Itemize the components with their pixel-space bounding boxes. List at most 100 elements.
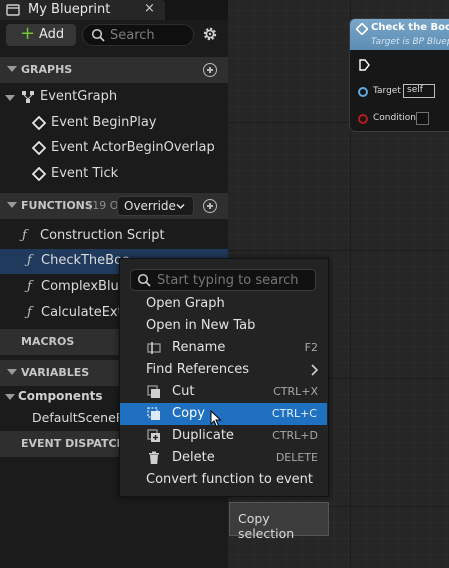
function-icon: ƒ bbox=[27, 279, 32, 294]
menu-item-convert-function-to-event[interactable]: Convert function to event bbox=[120, 469, 328, 491]
macros-section-title: MACROS bbox=[21, 335, 75, 348]
search-input[interactable]: Search bbox=[82, 24, 194, 46]
menu-item-shortcut: CTRL+D bbox=[272, 429, 318, 442]
menu-item-find-references[interactable]: Find References bbox=[120, 359, 328, 381]
add-function-icon[interactable] bbox=[203, 199, 217, 213]
variables-section-title: VARIABLES bbox=[21, 366, 90, 379]
functions-section-title: FUNCTIONS bbox=[21, 199, 93, 212]
menu-item-label: Cut bbox=[172, 384, 195, 399]
copy-tooltip: Copy selection bbox=[229, 502, 329, 541]
override-dropdown[interactable]: Override bbox=[117, 196, 194, 216]
cut-icon bbox=[147, 385, 160, 398]
copy-icon bbox=[147, 407, 160, 420]
tab-my-blueprint[interactable]: My Blueprint × bbox=[0, 0, 165, 20]
graph-item-event-actorbeginoverlap[interactable]: Event ActorBeginOverlap bbox=[0, 136, 228, 161]
function-item-label: CheckTheBoo bbox=[41, 253, 130, 268]
rename-icon bbox=[147, 342, 161, 354]
function-item-label: ComplexBlue bbox=[41, 279, 127, 294]
tab-bar: My Blueprint × bbox=[0, 0, 228, 20]
menu-item-label: Open Graph bbox=[146, 296, 225, 311]
trash-icon bbox=[149, 451, 159, 464]
add-button-label: Add bbox=[39, 27, 65, 42]
function-icon: ƒ bbox=[27, 305, 32, 320]
menu-item-label: Rename bbox=[172, 340, 226, 355]
event-dispatchers-section-title: EVENT DISPATCHE bbox=[21, 437, 134, 450]
collapse-arrow-icon[interactable] bbox=[5, 394, 15, 400]
collapse-arrow-icon[interactable] bbox=[7, 202, 17, 208]
menu-item-label: Open in New Tab bbox=[146, 318, 256, 333]
duplicate-icon bbox=[147, 429, 160, 442]
menu-item-copy[interactable]: Copy CTRL+C bbox=[120, 403, 327, 428]
menu-item-duplicate[interactable]: Duplicate CTRL+D bbox=[120, 425, 328, 447]
menu-item-label: Duplicate bbox=[172, 428, 234, 443]
menu-item-open-in-new-tab[interactable]: Open in New Tab bbox=[120, 315, 328, 337]
condition-checkbox[interactable] bbox=[416, 112, 429, 125]
graph-item-label: Event Tick bbox=[51, 166, 119, 181]
override-label: Override bbox=[124, 199, 176, 213]
condition-pin-icon[interactable] bbox=[358, 114, 368, 124]
menu-item-shortcut: CTRL+X bbox=[273, 385, 318, 398]
menu-item-cut[interactable]: Cut CTRL+X bbox=[120, 381, 328, 403]
graph-item-label: Event BeginPlay bbox=[51, 115, 157, 130]
components-category-label: Components bbox=[18, 389, 103, 403]
functions-count: (19 O bbox=[88, 199, 119, 212]
graph-item-eventgraph[interactable]: EventGraph bbox=[0, 85, 228, 110]
menu-item-open-graph[interactable]: Open Graph bbox=[120, 293, 328, 315]
chevron-right-icon bbox=[311, 364, 318, 376]
event-diamond-icon bbox=[32, 116, 46, 130]
node-title: Check the Bool bbox=[371, 22, 449, 33]
menu-item-shortcut: CTRL+C bbox=[271, 407, 317, 420]
menu-item-label: Find References bbox=[146, 362, 250, 377]
collapse-arrow-icon[interactable] bbox=[7, 66, 17, 72]
chevron-down-icon bbox=[176, 203, 185, 210]
function-icon: ƒ bbox=[27, 253, 32, 268]
target-pin-icon[interactable] bbox=[358, 87, 368, 97]
gear-icon[interactable] bbox=[201, 25, 219, 43]
menu-item-rename[interactable]: Rename F2 bbox=[120, 337, 328, 359]
graph-item-event-tick[interactable]: Event Tick bbox=[0, 162, 228, 187]
add-button[interactable]: + Add bbox=[6, 24, 76, 46]
component-item-label: DefaultSceneR bbox=[32, 410, 125, 425]
node-subtitle: Target is BP Bluepr bbox=[371, 37, 449, 47]
panel-toolbar: + Add Search bbox=[0, 22, 228, 50]
collapse-arrow-icon[interactable] bbox=[7, 369, 17, 375]
event-diamond-icon bbox=[32, 167, 46, 181]
menu-item-label: Convert function to event bbox=[146, 472, 313, 487]
close-icon[interactable]: × bbox=[144, 1, 155, 16]
tooltip-text: Copy selection bbox=[238, 511, 295, 541]
graph-item-label: EventGraph bbox=[40, 89, 118, 104]
function-diamond-icon bbox=[356, 23, 368, 35]
menu-item-delete[interactable]: Delete DELETE bbox=[120, 447, 328, 469]
functions-section-header[interactable]: FUNCTIONS (19 O Override bbox=[0, 193, 228, 219]
menu-item-shortcut: F2 bbox=[304, 341, 318, 354]
graphs-section-title: GRAPHS bbox=[21, 63, 73, 76]
menu-item-label: Delete bbox=[172, 450, 215, 465]
function-item-label: Construction Script bbox=[40, 228, 165, 243]
blueprint-tab-icon bbox=[6, 4, 20, 16]
graph-item-event-beginplay[interactable]: Event BeginPlay bbox=[0, 111, 228, 136]
add-graph-icon[interactable] bbox=[203, 63, 217, 77]
check-the-bool-node[interactable]: Check the Bool Target is BP Bluepr Targe… bbox=[349, 18, 449, 132]
event-diamond-icon bbox=[32, 141, 46, 155]
exec-pin-icon[interactable] bbox=[358, 59, 370, 71]
event-graph-icon bbox=[22, 91, 34, 103]
graphs-section-header[interactable]: GRAPHS bbox=[0, 57, 228, 83]
target-pin-label: Target bbox=[373, 86, 401, 96]
expand-arrow-icon[interactable] bbox=[5, 95, 15, 101]
condition-pin-label: Condition bbox=[373, 113, 416, 123]
plus-icon: + bbox=[20, 23, 36, 44]
target-self-field[interactable]: self bbox=[403, 84, 435, 98]
search-icon bbox=[137, 273, 151, 287]
context-menu: Start typing to search Open Graph Open i… bbox=[119, 258, 329, 497]
function-icon: ƒ bbox=[22, 228, 27, 243]
search-placeholder: Search bbox=[110, 28, 155, 43]
menu-item-label: Copy bbox=[172, 406, 205, 421]
search-icon bbox=[91, 28, 105, 42]
menu-search-placeholder: Start typing to search bbox=[157, 273, 299, 288]
graph-item-label: Event ActorBeginOverlap bbox=[51, 140, 215, 155]
menu-item-shortcut: DELETE bbox=[275, 451, 318, 464]
node-header[interactable]: Check the Bool Target is BP Bluepr bbox=[350, 19, 449, 50]
function-item-construction-script[interactable]: ƒ Construction Script bbox=[0, 224, 228, 249]
menu-search-input[interactable]: Start typing to search bbox=[130, 269, 316, 291]
tab-title: My Blueprint bbox=[28, 2, 111, 17]
